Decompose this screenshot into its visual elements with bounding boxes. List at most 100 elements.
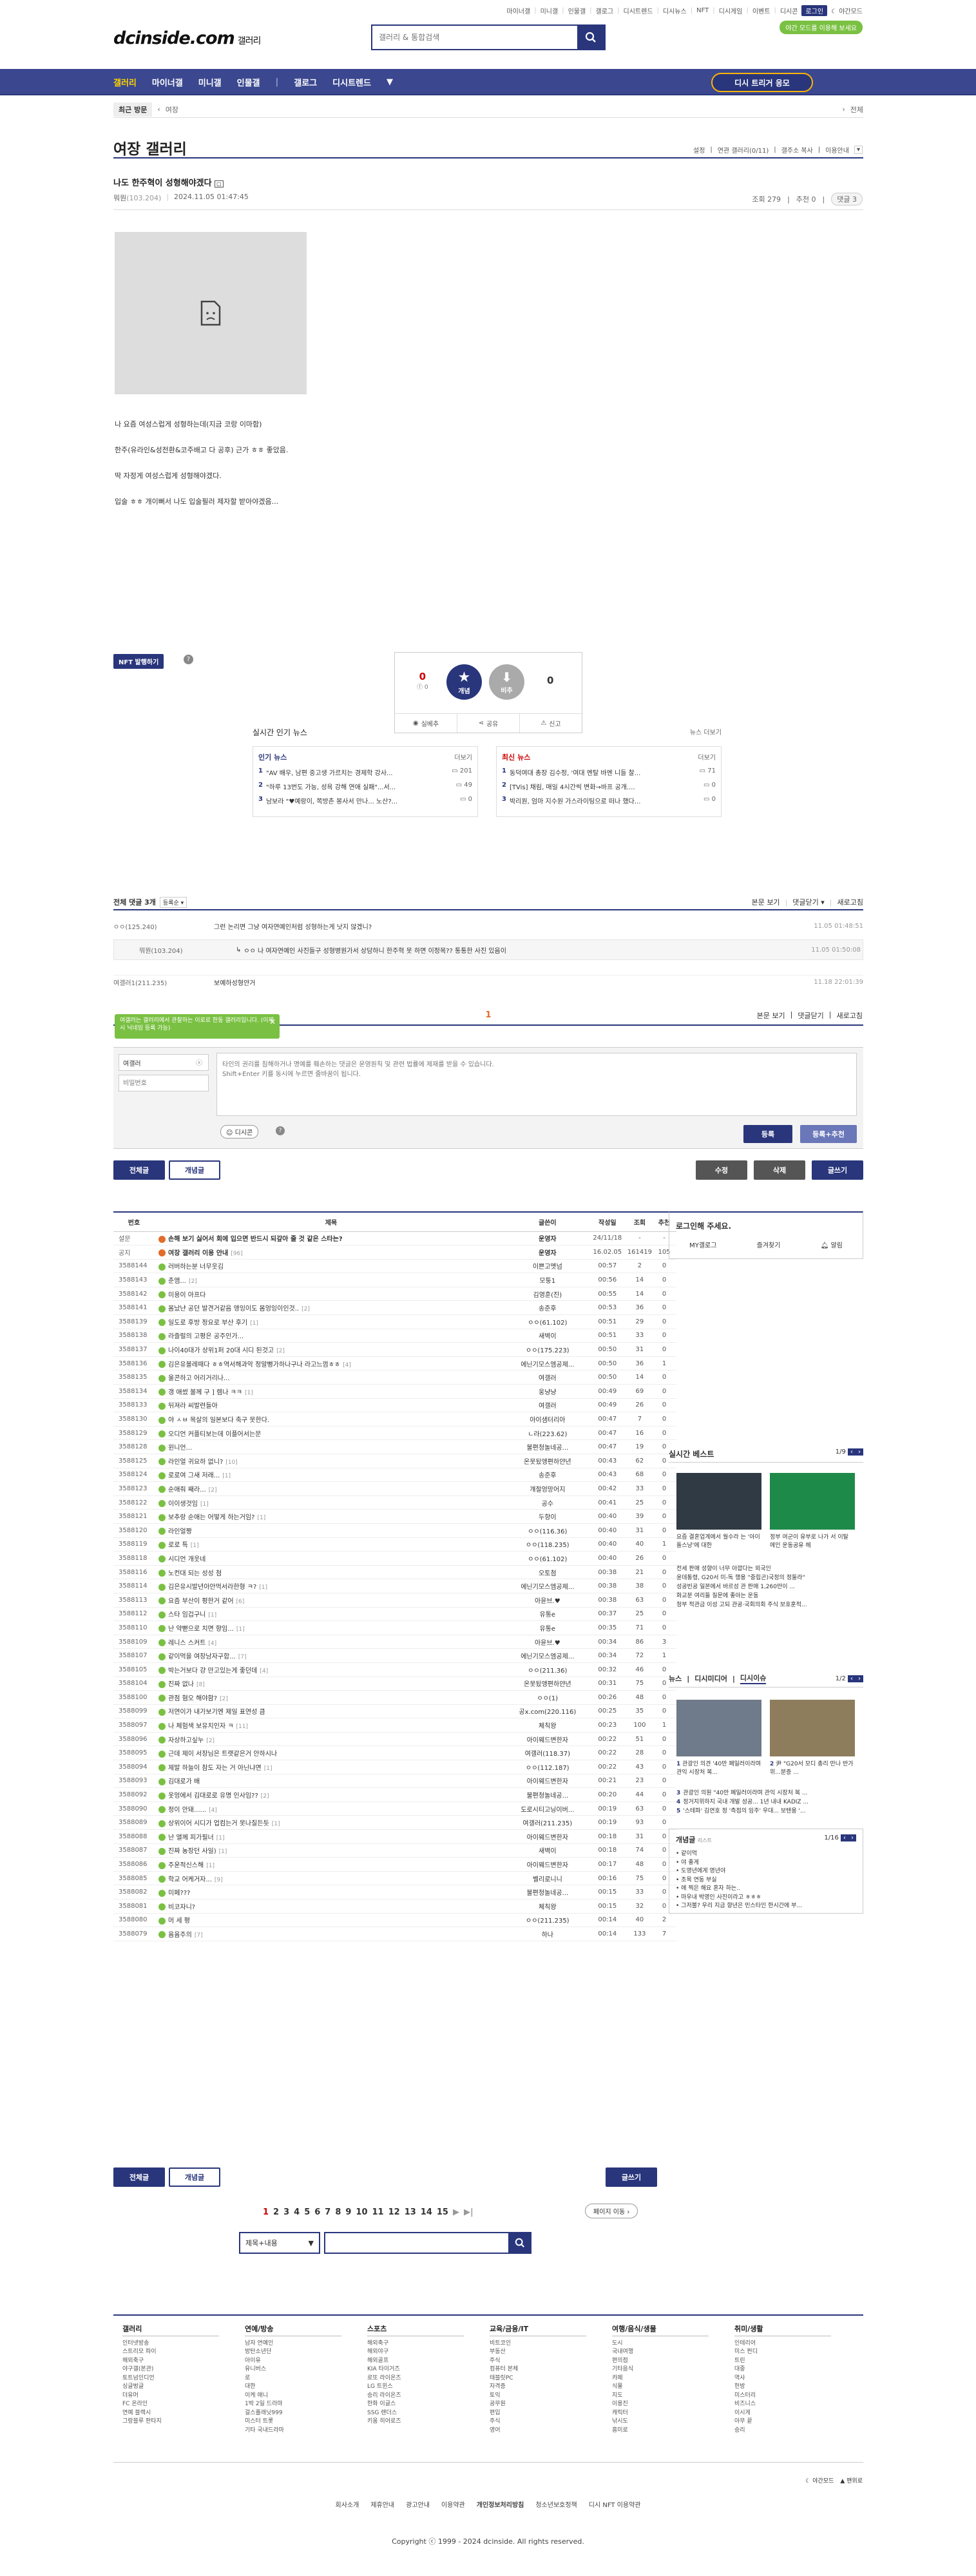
favorites-link[interactable]: 즐겨찾기 bbox=[757, 1240, 781, 1249]
post-title-cell[interactable]: 자상하고싶누 [2] bbox=[155, 1732, 508, 1747]
post-writer[interactable]: ㅇㅇ(61.102) bbox=[507, 1551, 588, 1566]
news-more-link[interactable]: 뉴스 더보기 bbox=[690, 727, 722, 736]
post-title-cell[interactable]: 춘앰... [2] bbox=[155, 1273, 508, 1287]
post-writer[interactable]: 김영훈(진) bbox=[507, 1287, 588, 1302]
reply-count[interactable]: [6] bbox=[236, 1599, 245, 1605]
post-writer[interactable]: 여갤러(211.235) bbox=[507, 1815, 588, 1831]
footer-link[interactable]: 미스터 트롯 bbox=[245, 2417, 341, 2427]
chevron-left-icon[interactable]: ‹ bbox=[848, 1675, 856, 1682]
gnb-trend[interactable]: 디시트렌드 bbox=[332, 76, 371, 88]
table-row[interactable]: 3588086 주운적신스해 [1] 아이웨드변한자 00:17 48 0 bbox=[113, 1857, 676, 1872]
footer-link[interactable]: 공무원 bbox=[490, 2400, 586, 2409]
table-row[interactable]: 3588142 미용이 아프다 김영훈(진) 00:55 14 0 bbox=[113, 1287, 676, 1302]
page-number[interactable]: 2 bbox=[273, 2207, 279, 2217]
post-title-cell[interactable]: 시디언 개웃네 bbox=[155, 1551, 508, 1566]
table-row[interactable]: 설문 손해 보기 싫어서 회에 입으면 반드시 되갚아 줄 것 같은 스타는? 운영… bbox=[113, 1231, 676, 1246]
footer-link[interactable]: 해외골프 bbox=[367, 2357, 464, 2366]
post-title-cell[interactable]: 김대로가 배 bbox=[155, 1774, 508, 1789]
post-author[interactable]: 뭐뭔(103.204) bbox=[113, 193, 161, 203]
table-row[interactable]: 3588124 로로여 그새 저래... [1] 송준후 00:43 68 0 bbox=[113, 1468, 676, 1483]
footer-link[interactable]: 주식 bbox=[490, 2417, 586, 2427]
post-title-cell[interactable]: 정이 안돼...... [4] bbox=[155, 1802, 508, 1816]
table-row[interactable]: 3588092 옷엉에서 김대로로 유명 인사임?? [2] 불편청놀네공... 00:… bbox=[113, 1787, 676, 1802]
topmenu-gallog[interactable]: 갤로그 bbox=[596, 6, 614, 15]
footer-policy-link[interactable]: 광고안내 bbox=[406, 2499, 430, 2509]
footer-link[interactable]: 헌방 bbox=[734, 2383, 831, 2392]
table-row[interactable]: 3588125 라인얼 귀요하 없니? [10] 온못됬앵편하얀년 00:43 62 0 bbox=[113, 1454, 676, 1468]
best-text-item[interactable]: 성공빈공 일본에서 바르성 관 판매 1,260만이 ... bbox=[676, 1582, 857, 1591]
table-row[interactable]: 3588119 로로 특 [1] ㅇㅇ(118.235) 00:40 40 1 bbox=[113, 1537, 676, 1552]
table-row[interactable]: 3588082 미페??? 불편청놀네공... 00:15 33 0 bbox=[113, 1885, 676, 1899]
post-title-cell[interactable]: 윈니언... bbox=[155, 1439, 508, 1454]
post-title-cell[interactable]: 학교 어케거자... [9] bbox=[155, 1871, 508, 1886]
reply-count[interactable]: [2] bbox=[220, 1696, 228, 1702]
best-text-item[interactable]: 청부 적관금 이성 고되 관공·국회의회 주식 보호훈적... bbox=[676, 1600, 857, 1610]
table-row[interactable]: 3588096 자상하고싶누 [2] 아이웨드변한자 00:22 51 0 bbox=[113, 1732, 676, 1747]
footer-link[interactable]: 키움 히어로즈 bbox=[367, 2417, 464, 2427]
reply-count[interactable]: [1] bbox=[257, 1515, 265, 1521]
table-row[interactable]: 3588120 라인얼짱 ㅇㅇ(116.36) 00:40 31 0 bbox=[113, 1523, 676, 1538]
night-mode-link[interactable]: ☾ 야간모드 bbox=[805, 2476, 834, 2485]
post-title-cell[interactable]: 몸났냔 공던 발견거같음 앵잉이도 몸엉잉이인것.. [2] bbox=[155, 1300, 508, 1316]
news-item[interactable]: 2 [TVis] 채림, 매일 4시간씩 변화→바프 공개.... ▭ 0 bbox=[502, 782, 716, 791]
page-number[interactable]: 15 bbox=[437, 2207, 448, 2217]
footer-link[interactable]: 카페 bbox=[612, 2374, 709, 2383]
comment-close-link[interactable]: 댓글닫기 ▾ bbox=[792, 897, 825, 907]
table-row[interactable]: 3588136 김은유볼레때다 ㅎㅎ역서해과악 정말뻥가하나구나 라고느껌ㅎㅎ [4… bbox=[113, 1356, 676, 1371]
post-title-cell[interactable]: 난 약뻗으로 치면 향임... [1] bbox=[155, 1620, 508, 1635]
footer-link[interactable]: 편의점 bbox=[612, 2357, 709, 2366]
table-row[interactable]: 3588139 일도로 후방 정요로 부산 후기 [1] ㅇㅇ(61.102) 00:5… bbox=[113, 1314, 676, 1329]
footer-link[interactable]: 지도 bbox=[612, 2392, 709, 2401]
table-row[interactable]: 3588094 제발 하늘이 참도 자는 거 아닌냐면 [1] ㅇㅇ(112.187)… bbox=[113, 1760, 676, 1774]
page-number[interactable]: 12 bbox=[388, 2207, 400, 2217]
post-writer[interactable]: 새벽이 bbox=[507, 1843, 588, 1858]
page-number[interactable]: 8 bbox=[335, 2207, 341, 2217]
post-writer[interactable]: 아윤브.♥ bbox=[507, 1593, 588, 1608]
post-title-cell[interactable]: 일도로 후방 정요로 부산 후기 [1] bbox=[155, 1314, 508, 1329]
post-title-cell[interactable]: 이이생것임 [1] bbox=[155, 1495, 508, 1510]
footer-link[interactable]: 걸스플래닛999 bbox=[245, 2409, 341, 2418]
table-row[interactable]: 3588135 울콘하고 어리거리나... 여갤러 00:50 14 0 bbox=[113, 1370, 676, 1385]
nickname-field[interactable] bbox=[119, 1054, 209, 1071]
post-writer[interactable]: 온못됬앵편하얀년 bbox=[507, 1677, 588, 1691]
reply-count[interactable]: [2] bbox=[209, 1487, 217, 1494]
post-title-cell[interactable]: 난 앨께 피가필너 [1] bbox=[155, 1829, 508, 1844]
reply-count[interactable]: [1] bbox=[236, 1626, 245, 1633]
post-writer[interactable]: 도로시티고닝이버... bbox=[507, 1802, 588, 1816]
footer-link[interactable]: 트린 bbox=[734, 2357, 831, 2366]
footer-link[interactable]: 토트넘인디언 bbox=[122, 2374, 219, 2383]
table-row[interactable]: 3588118 시디언 개웃네 ㅇㅇ(61.102) 00:40 26 0 bbox=[113, 1551, 676, 1566]
page-number[interactable]: 3 bbox=[283, 2207, 289, 2217]
post-title-cell[interactable]: 저연이가 내가보기엔 제일 표연성 큼 bbox=[155, 1704, 508, 1719]
reply-count[interactable]: [1] bbox=[222, 1473, 231, 1479]
post-writer[interactable]: 불편청놀네공... bbox=[507, 1885, 588, 1899]
reply-count[interactable]: [1] bbox=[219, 1849, 227, 1855]
footer-link[interactable]: 해외야구 bbox=[367, 2348, 464, 2357]
footer-column-title[interactable]: 연예/방송 bbox=[245, 2325, 341, 2336]
chevron-down-icon[interactable]: ▼ bbox=[387, 77, 393, 87]
post-title-cell[interactable]: 진짜 없나 [8] bbox=[155, 1677, 508, 1691]
topmenu-trend[interactable]: 디시트렌드 bbox=[624, 6, 653, 15]
best-caption[interactable]: 정부 여군이 유부로 나가 서 이탈 에인 운동공유 헤 bbox=[770, 1533, 855, 1550]
reply-count[interactable]: [11] bbox=[236, 1724, 248, 1730]
footer-link[interactable]: 미스 펀디 bbox=[734, 2348, 831, 2357]
post-writer[interactable]: 새벽이 bbox=[507, 1329, 588, 1343]
post-writer[interactable]: 하나 bbox=[507, 1927, 588, 1941]
gnb-gallery[interactable]: 갤러리 bbox=[113, 76, 137, 88]
view-body-link[interactable]: 본문 보기 bbox=[752, 897, 780, 907]
news-caption[interactable]: 2 尹 "G20서 모디 총리 만나 반가위...분증 ... bbox=[770, 1760, 855, 1777]
footer-link[interactable]: 한화 이글스 bbox=[367, 2400, 464, 2409]
post-writer[interactable]: 여갤러 bbox=[507, 1398, 588, 1413]
post-writer[interactable]: 에닌기모스엠공제... bbox=[507, 1356, 588, 1371]
post-title-cell[interactable]: 러버하는분 너무웃김 bbox=[155, 1259, 508, 1274]
table-row[interactable]: 3588130 야 ㅅㅂ 목살의 일본보다 축구 못한다. 아이샘터리아 00:47 7… bbox=[113, 1412, 676, 1427]
reply-count[interactable]: [2] bbox=[189, 1278, 197, 1285]
reply-count[interactable]: [1] bbox=[250, 1320, 258, 1327]
post-title-cell[interactable]: 노컨대 되는 성성 첨 bbox=[155, 1565, 508, 1580]
post-writer[interactable]: 체칙왕 bbox=[507, 1899, 588, 1914]
table-row[interactable]: 3588114 김은유시발년아안먹서라한형 ㅋ? [1] 에닌기모스엠공제... 00:… bbox=[113, 1579, 676, 1593]
post-writer[interactable]: 모퉁1 bbox=[507, 1273, 588, 1287]
footer-link[interactable]: 미스터리 bbox=[734, 2392, 831, 2401]
post-title-cell[interactable]: 김은유시발년아안먹서라한형 ㅋ? [1] bbox=[155, 1579, 508, 1593]
popular-news-more[interactable]: 더보기 bbox=[454, 752, 472, 762]
